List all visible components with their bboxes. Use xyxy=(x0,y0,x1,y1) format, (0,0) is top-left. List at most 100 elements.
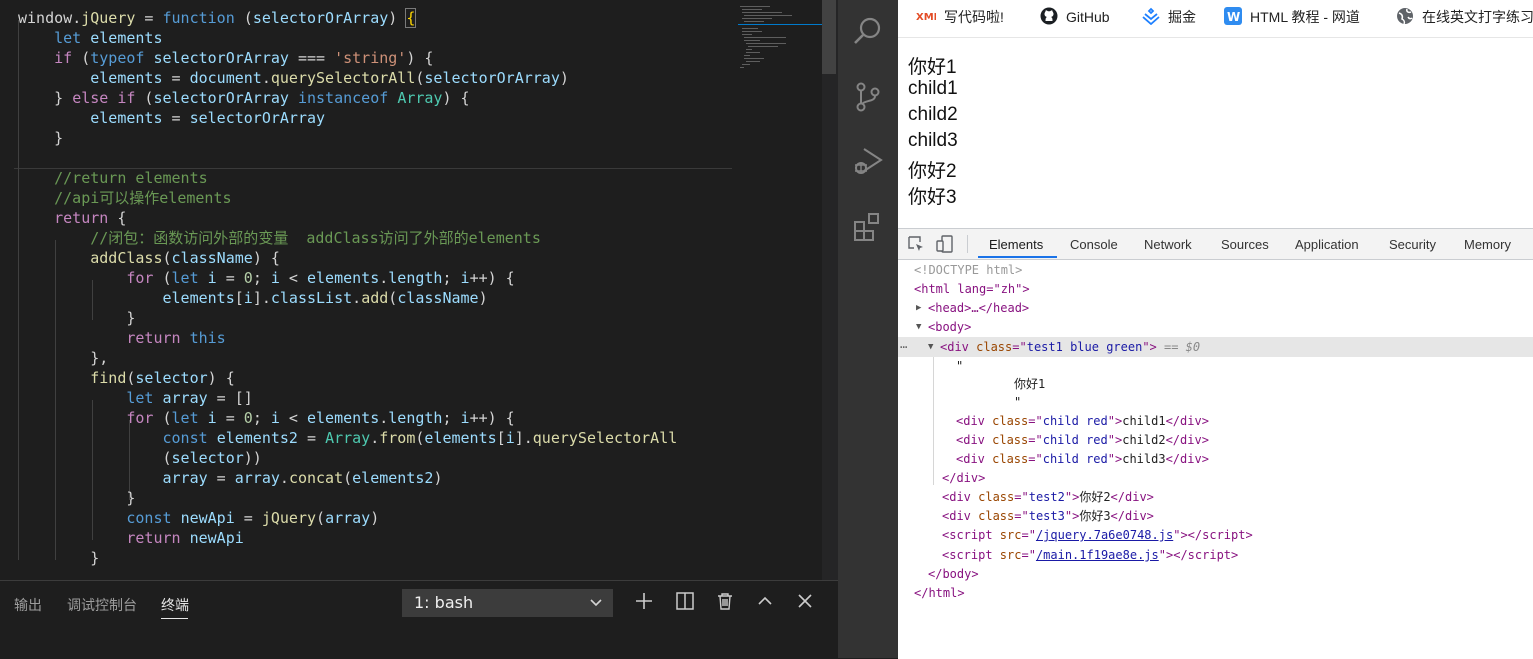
inspect-element-icon[interactable] xyxy=(907,235,925,253)
extensions-icon[interactable] xyxy=(851,210,885,244)
dom-node-row[interactable]: <div class="child red">child1</div> xyxy=(956,412,1209,431)
dom-token: " xyxy=(956,359,964,373)
trash-icon[interactable] xyxy=(714,590,736,612)
code-token: let xyxy=(171,409,199,427)
chevron-up-icon[interactable] xyxy=(754,590,776,612)
dom-node-row[interactable]: <script src="/jquery.7a6e0748.js"></scri… xyxy=(942,526,1253,545)
svg-text:XML: XML xyxy=(916,12,936,23)
tab-debug-console[interactable]: 调试控制台 xyxy=(67,595,137,615)
source-control-icon[interactable] xyxy=(851,80,885,114)
bookmark-item[interactable]: 掘金 xyxy=(1142,7,1196,27)
tab-terminal[interactable]: 终端 xyxy=(161,595,189,615)
dom-token: =" xyxy=(1028,414,1043,428)
tab-output[interactable]: 输出 xyxy=(14,595,42,615)
tab-memory[interactable]: Memory xyxy=(1464,237,1511,252)
editor-scrollbar-thumb[interactable] xyxy=(822,0,836,74)
dom-token: =" xyxy=(1021,528,1036,542)
tab-network[interactable]: Network xyxy=(1144,237,1192,252)
code-token: { xyxy=(405,8,417,28)
code-line: window.jQuery = function (selectorOrArra… xyxy=(18,8,417,28)
dom-node-row[interactable]: <script src="/main.1f19ae8e.js"></script… xyxy=(942,546,1238,565)
dom-node-row[interactable]: " xyxy=(956,357,963,376)
bookmark-item[interactable]: 在线英文打字练习 xyxy=(1396,7,1533,27)
text-hello1: 你好1 xyxy=(908,57,957,78)
dom-node-row[interactable]: </body> xyxy=(928,565,979,584)
code-editor[interactable]: window.jQuery = function (selectorOrArra… xyxy=(0,0,838,580)
run-debug-icon[interactable] xyxy=(851,144,885,178)
code-token: i xyxy=(270,409,280,427)
tab-sources[interactable]: Sources xyxy=(1221,237,1269,252)
code-token: elements xyxy=(90,69,163,87)
code-token: 0 xyxy=(243,409,253,427)
script-src-link[interactable]: /main.1f19ae8e.js xyxy=(1036,548,1159,562)
new-terminal-icon[interactable] xyxy=(633,590,655,612)
code-area[interactable]: window.jQuery = function (selectorOrArra… xyxy=(0,0,822,580)
terminal-select[interactable]: 1: bash xyxy=(402,589,613,617)
dom-token: </html> xyxy=(914,586,965,600)
dom-node-row[interactable]: " xyxy=(1014,393,1021,412)
device-toolbar-icon[interactable] xyxy=(936,235,954,253)
dom-token: child1 xyxy=(1122,414,1166,428)
text-child1: child1 xyxy=(908,78,958,99)
code-token: elements2 xyxy=(352,469,434,487)
collapse-triangle-icon[interactable]: ▼ xyxy=(916,318,921,337)
code-token: } xyxy=(18,549,100,567)
code-token: selector xyxy=(135,369,208,387)
dom-token: <div xyxy=(942,490,971,504)
bookmark-item[interactable]: W HTML 教程 - 网道 xyxy=(1224,7,1360,27)
dom-node-row[interactable]: <!DOCTYPE html> xyxy=(914,261,1022,280)
dom-token: child red xyxy=(1042,452,1108,466)
code-token: { xyxy=(108,209,127,227)
code-token: className xyxy=(397,289,479,307)
terminal-select-value: 1: bash xyxy=(414,593,474,612)
code-token: ) xyxy=(370,509,380,527)
code-token: elements xyxy=(90,29,163,47)
dom-token: class xyxy=(970,509,1015,523)
code-token: ; xyxy=(252,409,271,427)
tab-console[interactable]: Console xyxy=(1070,237,1118,252)
dom-node-row[interactable]: ⋯ ▼ <div class="test1 blue green"> == $0 xyxy=(900,338,1200,357)
bookmark-item[interactable]: XML写代码啦! xyxy=(916,7,1004,27)
dom-node-row[interactable]: </html> xyxy=(914,584,965,603)
dom-token: <body> xyxy=(928,320,972,334)
code-token: i xyxy=(207,269,217,287)
w-icon: W xyxy=(1224,7,1242,30)
code-line: elements[i].classList.add(className) xyxy=(18,288,488,308)
more-icon[interactable]: ⋯ xyxy=(900,338,907,357)
split-terminal-icon[interactable] xyxy=(674,590,696,612)
dom-token: " xyxy=(1107,452,1115,466)
dom-node-row[interactable]: <div class="child red">child2</div> xyxy=(956,431,1209,450)
dom-node-row[interactable]: <html lang="zh"> xyxy=(914,280,1030,299)
code-token: elements xyxy=(424,429,497,447)
collapse-triangle-icon[interactable]: ▼ xyxy=(928,338,933,357)
search-icon[interactable] xyxy=(851,14,885,48)
code-token: } xyxy=(18,309,136,327)
code-token: selectorOrArray xyxy=(153,49,289,67)
dom-node-row[interactable]: <div class="test2">你好2</div> xyxy=(942,488,1154,507)
expand-triangle-icon[interactable]: ▶ xyxy=(916,299,921,318)
dom-node-row[interactable]: <div class="child red">child3</div> xyxy=(956,450,1209,469)
dom-token: </div> xyxy=(1110,490,1154,504)
tab-elements[interactable]: Elements xyxy=(989,237,1043,252)
dom-node-row[interactable]: ▼ <body> xyxy=(916,318,972,337)
code-token: typeof xyxy=(90,49,145,67)
editor-scrollbar[interactable] xyxy=(822,0,838,580)
code-token: //api可以操作elements xyxy=(54,189,232,207)
dom-node-row[interactable]: ▶ <head>…</head> xyxy=(916,299,1029,318)
dom-node-row[interactable]: </div> xyxy=(942,469,985,488)
minimap[interactable] xyxy=(738,0,822,70)
bookmark-item[interactable]: GitHub xyxy=(1040,7,1110,27)
tab-security[interactable]: Security xyxy=(1389,237,1436,252)
dom-node-row[interactable]: 你好1 xyxy=(1014,375,1045,394)
code-token: < xyxy=(279,409,307,427)
dom-node-row[interactable]: <div class="test3">你好3</div> xyxy=(942,507,1154,526)
tab-application[interactable]: Application xyxy=(1295,237,1359,252)
script-src-link[interactable]: /jquery.7a6e0748.js xyxy=(1036,528,1173,542)
globe-icon xyxy=(1396,7,1414,30)
close-icon[interactable] xyxy=(794,590,816,612)
